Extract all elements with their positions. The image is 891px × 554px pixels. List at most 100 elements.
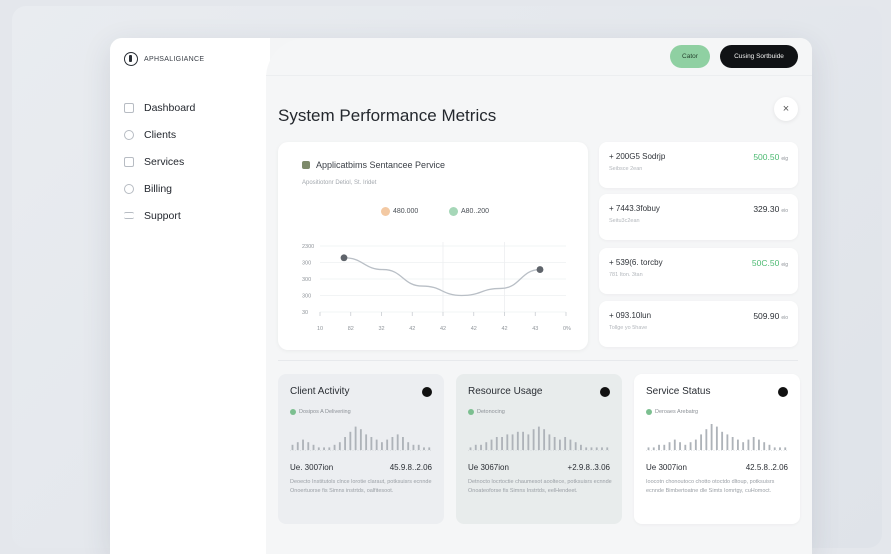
- sparkline-bar: [758, 439, 760, 450]
- app-window: APHSALIGIANCE Dashboard Clients Services…: [110, 38, 812, 554]
- resource-usage-card[interactable]: Resource Usage Detonocing Ue 3067ion +2.…: [456, 374, 622, 524]
- sidebar-nav: Dashboard Clients Services Billing Suppo…: [124, 94, 195, 229]
- sparkline-bar: [784, 447, 787, 450]
- primary-action-button[interactable]: Cusing Sortbuide: [720, 45, 798, 68]
- stat-number: 500.50: [753, 152, 780, 162]
- status-dot-icon: [646, 409, 652, 415]
- close-button[interactable]: ×: [774, 97, 798, 121]
- sidebar-item-billing[interactable]: Billing: [124, 175, 195, 202]
- stat-number: 509.90: [753, 311, 780, 321]
- stat-value: 509.90 eio: [753, 311, 788, 321]
- card-metric-left: Ue 3007ion: [646, 463, 687, 472]
- sparkline-bar: [548, 434, 551, 450]
- card-tag: Detonocing: [468, 409, 505, 415]
- sparkline-bar: [705, 429, 708, 450]
- stat-sub: 781 Iton. 3tan: [609, 272, 643, 278]
- sparkline-bar: [428, 447, 431, 450]
- section-divider: [278, 360, 798, 361]
- sidebar-item-label: Support: [144, 209, 181, 222]
- app-icon: [302, 161, 310, 169]
- sparkline-bar: [601, 447, 603, 450]
- chart-subtitle: Apositiotonr Detiol, St. Iridet: [302, 180, 377, 186]
- sparkline-bar: [569, 439, 572, 450]
- card-menu-icon[interactable]: [422, 387, 432, 397]
- activity-sparkline: [290, 426, 432, 451]
- stat-card-1[interactable]: + 200G5 Sodrjp Seibsce 2ean 500.50 eig: [599, 142, 798, 188]
- legend-pill-label: A80..200: [461, 207, 490, 215]
- sparkline-bar: [715, 426, 718, 450]
- sidebar-item-dashboard[interactable]: Dashboard: [124, 94, 195, 121]
- sparkline-bar: [668, 442, 671, 450]
- sparkline-bar: [689, 442, 692, 450]
- card-metric-left: Ue. 3007ion: [290, 463, 334, 472]
- service-status-card[interactable]: Service Status Deroaes Arebatrg Ue 3007i…: [634, 374, 800, 524]
- sparkline-bar: [370, 437, 373, 450]
- card-menu-icon[interactable]: [600, 387, 610, 397]
- sparkline-bar: [522, 431, 525, 450]
- sparkline-bar: [469, 447, 472, 450]
- page-title: System Performance Metrics: [278, 106, 497, 125]
- stat-card-3[interactable]: + 539(6. torcby 781 Iton. 3tan 50C.50 eig: [599, 248, 798, 294]
- legend-dot-orange-icon: [381, 206, 390, 216]
- sparkline-bar: [663, 444, 666, 450]
- legend-pill-2[interactable]: A80..200: [446, 204, 496, 218]
- sidebar-item-services[interactable]: Services: [124, 148, 195, 175]
- menu-lines-icon: [124, 212, 134, 219]
- stat-card-4[interactable]: + 093.10lun Tollge yo 5have 509.90 eio: [599, 301, 798, 347]
- sparkline-bar: [700, 434, 703, 450]
- legend-dot-green-icon: [449, 206, 458, 216]
- stat-value: 500.50 eig: [753, 152, 788, 162]
- sparkline-bar: [606, 447, 609, 450]
- building-icon: [124, 156, 134, 167]
- sidebar-item-support[interactable]: Support: [124, 202, 195, 229]
- sparkline-bar: [710, 424, 713, 450]
- card-title: Service Status: [646, 386, 711, 397]
- client-activity-card[interactable]: Client Activity Dosipos A Deliveriing Ue…: [278, 374, 444, 524]
- sparkline-bar: [386, 439, 389, 450]
- sparkline-bar: [380, 442, 383, 450]
- sparkline-bar: [296, 442, 299, 450]
- sparkline-bar: [291, 444, 294, 450]
- sparkline-bar: [495, 437, 498, 450]
- sparkline-bar: [391, 437, 394, 450]
- performance-chart-card: 2300 300 300 300 30 10 82 32 42 42 42 42 43 0% Applic…: [278, 142, 588, 350]
- sparkline-bar: [742, 442, 745, 450]
- x-tick-label: 10: [317, 326, 323, 332]
- brand[interactable]: APHSALIGIANCE: [124, 52, 204, 66]
- sparkline-bar: [527, 434, 530, 450]
- sparkline-bar: [652, 447, 655, 450]
- sidebar-item-clients[interactable]: Clients: [124, 121, 195, 148]
- sparkline-bar: [328, 447, 331, 450]
- sparkline-bar: [763, 442, 766, 450]
- sparkline-bar: [574, 442, 577, 450]
- data-point-marker: [536, 266, 544, 273]
- resource-sparkline: [468, 426, 610, 451]
- stat-label: + 7443.3fobuy: [609, 204, 660, 213]
- x-tick-label: 42: [440, 326, 446, 332]
- x-tick-label: 82: [348, 326, 354, 332]
- sparkline-bar: [694, 439, 697, 450]
- sparkline-bar: [736, 439, 739, 450]
- legend-pill-1[interactable]: 480.000: [378, 204, 425, 218]
- sparkline-bar: [365, 434, 368, 450]
- sparkline-bar: [490, 439, 493, 450]
- card-metric-right: 42.5.8..2.06: [745, 463, 788, 472]
- topbar: Cator Cusing Sortbuide: [266, 38, 812, 76]
- chart-title: Applicatbims Sentancee Pervice: [302, 160, 445, 170]
- sparkline-bar: [580, 444, 582, 450]
- status-dot-icon: [290, 409, 296, 415]
- cator-button[interactable]: Cator: [670, 45, 710, 68]
- stat-unit: eig: [781, 156, 788, 162]
- card-metric-left: Ue 3067ion: [468, 463, 509, 472]
- sparkline-bar: [516, 431, 519, 450]
- stat-number: 329.30: [753, 204, 780, 214]
- y-tick-label: 300: [302, 277, 311, 283]
- sparkline-bar: [359, 429, 362, 450]
- card-menu-icon[interactable]: [778, 387, 788, 397]
- card-tag-text: Dosipos A Deliveriing: [299, 409, 351, 415]
- stat-value: 50C.50 eig: [752, 258, 788, 268]
- shield-logo-icon: [124, 52, 138, 66]
- stat-label: + 200G5 Sodrjp: [609, 152, 666, 161]
- stat-card-2[interactable]: + 7443.3fobuy Seitu3c2ean 329.30 eio: [599, 194, 798, 240]
- sparkline-bar: [485, 442, 488, 450]
